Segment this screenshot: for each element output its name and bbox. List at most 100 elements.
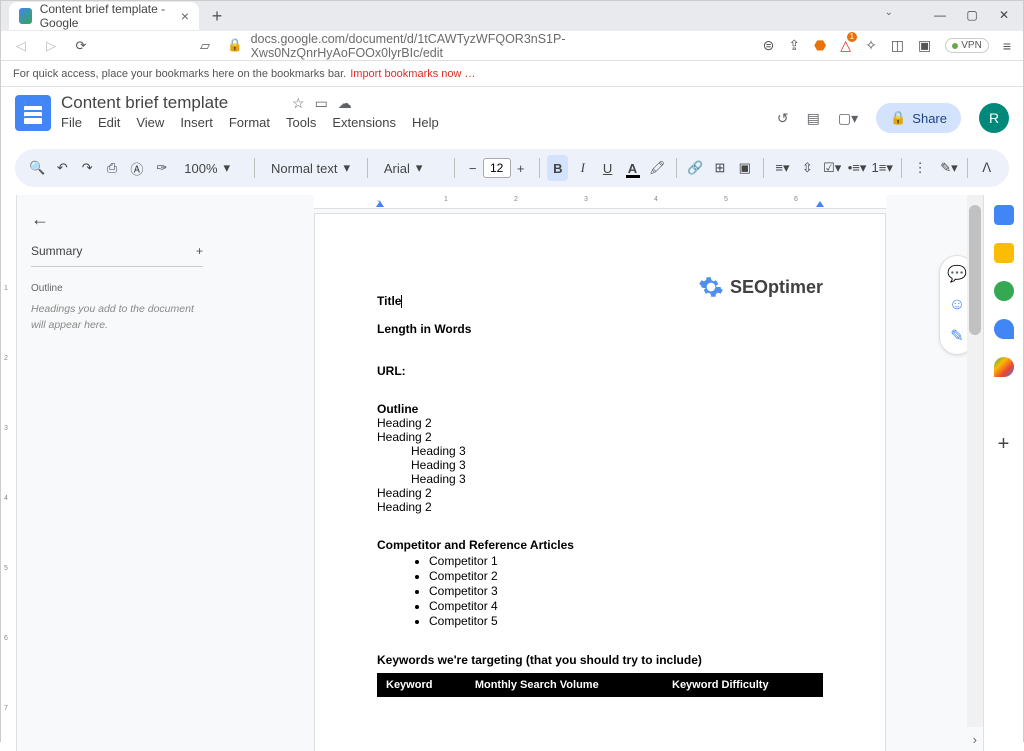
bookmark-current-icon[interactable]: ▱ xyxy=(197,38,213,54)
extensions-button[interactable]: ✧ xyxy=(865,37,877,54)
explore-chevron-icon[interactable]: › xyxy=(973,732,977,747)
document-page[interactable]: SEOptimer Title Length in Words URL: Out… xyxy=(314,213,886,751)
vpn-button[interactable]: VPN xyxy=(945,38,989,53)
menu-tools[interactable]: Tools xyxy=(286,115,316,130)
brave-shield-icon[interactable]: ⬣ xyxy=(814,37,826,54)
list-item: Competitor 3 xyxy=(429,584,823,598)
vertical-ruler: 1 2 3 4 5 6 7 xyxy=(1,195,17,751)
keywords-table: Keyword Monthly Search Volume Keyword Di… xyxy=(377,673,823,697)
insert-link-button[interactable]: 🔗 xyxy=(685,155,706,181)
bulleted-list-button[interactable]: •≡▾ xyxy=(847,155,868,181)
gear-icon xyxy=(698,274,724,300)
add-app-icon[interactable]: + xyxy=(998,433,1010,456)
italic-button[interactable]: I xyxy=(572,155,593,181)
tabs-overflow-icon[interactable]: ⌄ xyxy=(885,7,893,18)
menu-edit[interactable]: Edit xyxy=(98,115,120,130)
seoptimer-logo: SEOptimer xyxy=(698,274,823,300)
outline-back-icon[interactable]: ← xyxy=(31,209,203,230)
account-avatar[interactable]: R xyxy=(979,103,1009,133)
print-button[interactable]: ⎙ xyxy=(102,155,123,181)
add-comment-icon[interactable]: 💬 xyxy=(946,264,968,284)
underline-button[interactable]: U xyxy=(597,155,618,181)
lock-icon: 🔒 xyxy=(227,38,243,53)
outline-hint: Headings you add to the document will ap… xyxy=(31,302,203,334)
font-size-input[interactable] xyxy=(483,158,511,178)
hide-menus-button[interactable]: ᐱ xyxy=(976,155,997,181)
overflow-button[interactable]: ⋮ xyxy=(910,155,931,181)
menu-file[interactable]: File xyxy=(61,115,82,130)
paint-format-button[interactable]: ✑ xyxy=(151,155,172,181)
spellcheck-button[interactable]: Ⓐ xyxy=(127,155,148,181)
align-button[interactable]: ≡▾ xyxy=(772,155,793,181)
suggest-edit-icon[interactable]: ✎ xyxy=(946,326,968,346)
checklist-button[interactable]: ☑▾ xyxy=(822,155,843,181)
document-title-input[interactable] xyxy=(61,93,282,113)
calendar-app-icon[interactable] xyxy=(994,205,1014,225)
comments-icon[interactable]: ▤ xyxy=(807,110,820,127)
menu-view[interactable]: View xyxy=(136,115,164,130)
redo-button[interactable]: ↷ xyxy=(77,155,98,181)
docs-logo[interactable] xyxy=(15,95,51,131)
tasks-app-icon[interactable] xyxy=(994,281,1014,301)
browser-tab[interactable]: Content brief template - Google × xyxy=(9,2,199,30)
list-item: Competitor 4 xyxy=(429,599,823,613)
lock-share-icon: 🔒 xyxy=(890,110,906,126)
back-button[interactable]: ◁ xyxy=(13,38,29,54)
tab-title: Content brief template - Google xyxy=(40,2,173,30)
menu-format[interactable]: Format xyxy=(229,115,270,130)
forward-button[interactable]: ▷ xyxy=(43,38,59,54)
star-icon[interactable]: ☆ xyxy=(292,95,305,112)
font-size-decrease[interactable]: − xyxy=(463,161,483,176)
share-url-icon[interactable]: ⇪ xyxy=(788,37,800,54)
horizontal-ruler[interactable]: ⌄ 123456 xyxy=(314,195,886,209)
side-panel: + xyxy=(983,195,1023,751)
right-indent-marker[interactable] xyxy=(816,201,824,207)
highlight-button[interactable]: 🖍 xyxy=(647,155,668,181)
share-button[interactable]: 🔒 Share xyxy=(876,103,961,133)
menu-help[interactable]: Help xyxy=(412,115,439,130)
contacts-app-icon[interactable] xyxy=(994,319,1014,339)
numbered-list-button[interactable]: 1≡▾ xyxy=(872,155,893,181)
maps-app-icon[interactable] xyxy=(994,357,1014,377)
wallet-icon[interactable]: ▣ xyxy=(918,37,931,54)
sidebar-toggle-icon[interactable]: ◫ xyxy=(891,37,904,54)
insert-image-button[interactable]: ▣ xyxy=(734,155,755,181)
share-label: Share xyxy=(912,111,947,126)
move-icon[interactable]: ▭ xyxy=(315,95,328,112)
text-cursor xyxy=(401,295,402,308)
font-size-increase[interactable]: + xyxy=(511,161,531,176)
meet-icon[interactable]: ▢▾ xyxy=(838,110,858,127)
close-tab-icon[interactable]: × xyxy=(181,8,189,24)
zoom-select[interactable]: 100%▾ xyxy=(176,156,246,180)
bold-button[interactable]: B xyxy=(547,155,568,181)
import-bookmarks-link[interactable]: Import bookmarks now … xyxy=(350,68,475,80)
new-tab-button[interactable]: + xyxy=(205,6,229,27)
history-icon[interactable]: ↺ xyxy=(777,110,789,127)
keep-app-icon[interactable] xyxy=(994,243,1014,263)
list-item: Competitor 1 xyxy=(429,554,823,568)
text-color-button[interactable]: A xyxy=(622,155,643,181)
reader-icon[interactable]: ⊜ xyxy=(763,37,775,54)
address-bar[interactable]: 🔒 docs.google.com/document/d/1tCAWTyzWFQ… xyxy=(227,32,749,60)
undo-button[interactable]: ↶ xyxy=(52,155,73,181)
left-indent-marker[interactable] xyxy=(376,201,384,207)
add-summary-button[interactable]: + xyxy=(196,244,203,258)
line-spacing-button[interactable]: ⇳ xyxy=(797,155,818,181)
editing-mode-button[interactable]: ✎▾ xyxy=(939,155,960,181)
extension-icon[interactable]: △1 xyxy=(840,37,851,54)
outline-label: Outline xyxy=(31,283,203,294)
vertical-scrollbar[interactable] xyxy=(967,195,983,727)
add-emoji-icon[interactable]: ☺ xyxy=(946,296,968,314)
close-window-button[interactable]: ✕ xyxy=(989,4,1019,26)
reload-button[interactable]: ⟳ xyxy=(73,38,89,54)
menu-extensions[interactable]: Extensions xyxy=(332,115,396,130)
font-select[interactable]: Arial▾ xyxy=(376,156,446,180)
insert-comment-button[interactable]: ⊞ xyxy=(709,155,730,181)
maximize-button[interactable]: ▢ xyxy=(957,4,987,26)
browser-menu-icon[interactable]: ≡ xyxy=(1003,38,1011,54)
paragraph-style-select[interactable]: Normal text▾ xyxy=(263,156,359,180)
menu-insert[interactable]: Insert xyxy=(180,115,213,130)
minimize-button[interactable]: — xyxy=(925,4,955,26)
competitor-heading: Competitor and Reference Articles xyxy=(377,538,823,552)
search-menu-icon[interactable]: 🔍 xyxy=(27,155,48,181)
